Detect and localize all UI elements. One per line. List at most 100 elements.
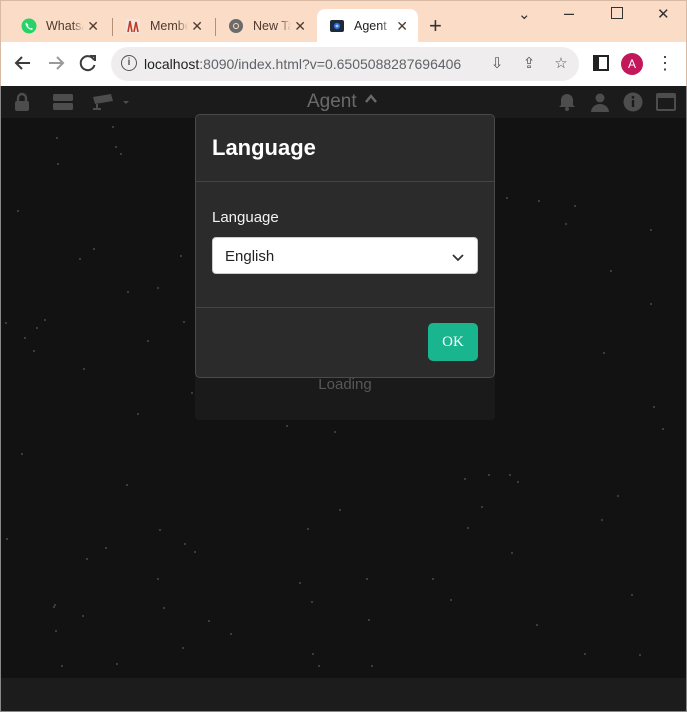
star-dot [334,431,336,433]
language-select[interactable]: English [212,237,478,274]
lock-icon[interactable] [11,92,33,112]
tab-members[interactable]: Members ✕ [113,9,213,43]
window-close-button[interactable]: ✕ [657,5,670,23]
install-app-icon[interactable]: ⇩ [487,54,507,74]
star-dot [33,350,35,352]
star-dot [116,663,118,665]
star-dot [183,321,185,323]
star-dot [120,153,122,155]
app-title[interactable]: Agent [307,91,357,113]
star-dot [538,200,540,202]
star-dot [488,474,490,476]
bell-icon[interactable] [556,92,578,112]
info-icon[interactable] [622,92,644,112]
dialog-header: Language [196,115,494,182]
star-dot [603,352,605,354]
star-dot [509,474,511,476]
browser-toolbar: i localhost:8090/index.html?v=0.65050882… [0,42,687,86]
star-dot [432,578,434,580]
tab-new-tab[interactable]: New Tab ✕ [216,9,316,43]
back-icon[interactable] [12,52,34,74]
star-dot [631,594,633,596]
chevron-down-icon [452,254,464,262]
agent-favicon [330,20,344,32]
star-dot [180,255,182,257]
star-dot [653,406,655,408]
close-icon[interactable]: ✕ [396,18,408,34]
dialog-footer-divider [196,307,494,308]
close-icon[interactable]: ✕ [191,18,203,34]
share-icon[interactable]: ⇪ [519,54,539,74]
star-dot [56,137,58,139]
url-text: localhost:8090/index.html?v=0.6505088287… [144,56,462,72]
tab-title: Agent [354,19,387,33]
app-footer [1,678,686,711]
tab-title: Members [150,19,188,33]
window-icon[interactable] [655,92,677,112]
star-dot [584,653,586,655]
star-dot [17,210,19,212]
star-dot [307,528,309,530]
star-dot [44,319,46,321]
address-bar[interactable]: i localhost:8090/index.html?v=0.65050882… [111,47,579,81]
chevron-up-icon[interactable] [365,93,377,105]
whatsapp-icon [21,18,37,34]
star-dot [194,551,196,553]
star-dot [574,205,576,207]
reload-icon[interactable] [77,52,99,74]
star-dot [318,665,320,667]
new-tab-button[interactable]: + [429,15,442,37]
close-icon[interactable]: ✕ [87,18,99,34]
star-dot [57,163,59,165]
star-dot [208,620,210,622]
star-dot [163,607,165,609]
loading-panel: Loading [195,376,495,420]
maximize-button[interactable] [611,7,623,19]
star-dot [93,248,95,250]
star-dot [366,578,368,580]
star-dot [182,647,184,649]
star-dot [137,413,139,415]
star-dot [61,665,63,667]
ok-button[interactable]: OK [428,323,478,361]
star-dot [299,582,301,584]
camera-dropdown-icon[interactable] [91,92,131,112]
star-dot [467,527,469,529]
side-panel-icon[interactable] [590,52,612,74]
language-select-value: English [225,248,275,265]
language-dialog: Language Language English OK [195,114,495,378]
star-dot [115,146,117,148]
chevron-down-icon[interactable]: ⌄ [518,5,531,23]
minimize-button[interactable]: – [564,3,574,24]
star-dot [105,547,107,549]
members-favicon [126,19,140,33]
star-dot [157,287,159,289]
star-dot [506,197,508,199]
star-dot [650,303,652,305]
star-dot [159,529,161,531]
tab-agent[interactable]: Agent ✕ [317,9,418,43]
star-dot [184,543,186,545]
star-dot [565,223,567,225]
star-dot [517,481,519,483]
star-dot [662,428,664,430]
star-dot [86,558,88,560]
star-dot [312,653,314,655]
bookmark-star-icon[interactable]: ☆ [551,54,571,74]
star-dot [82,615,84,617]
kebab-menu-icon[interactable]: ⋮ [654,52,676,74]
profile-avatar[interactable]: A [621,53,643,75]
star-dot [55,630,57,632]
site-info-icon[interactable]: i [121,55,137,71]
star-dot [147,340,149,342]
close-icon[interactable]: ✕ [294,18,306,34]
star-dot [21,453,23,455]
forward-icon[interactable] [45,52,67,74]
user-icon[interactable] [589,92,611,112]
star-dot [191,392,193,394]
tab-whatsapp[interactable]: WhatsApp ✕ [9,9,109,43]
server-icon[interactable] [52,92,74,112]
chrome-icon [229,19,243,33]
page-viewport: Agent Loading Language Language English … [0,86,687,712]
star-dot [230,633,232,635]
